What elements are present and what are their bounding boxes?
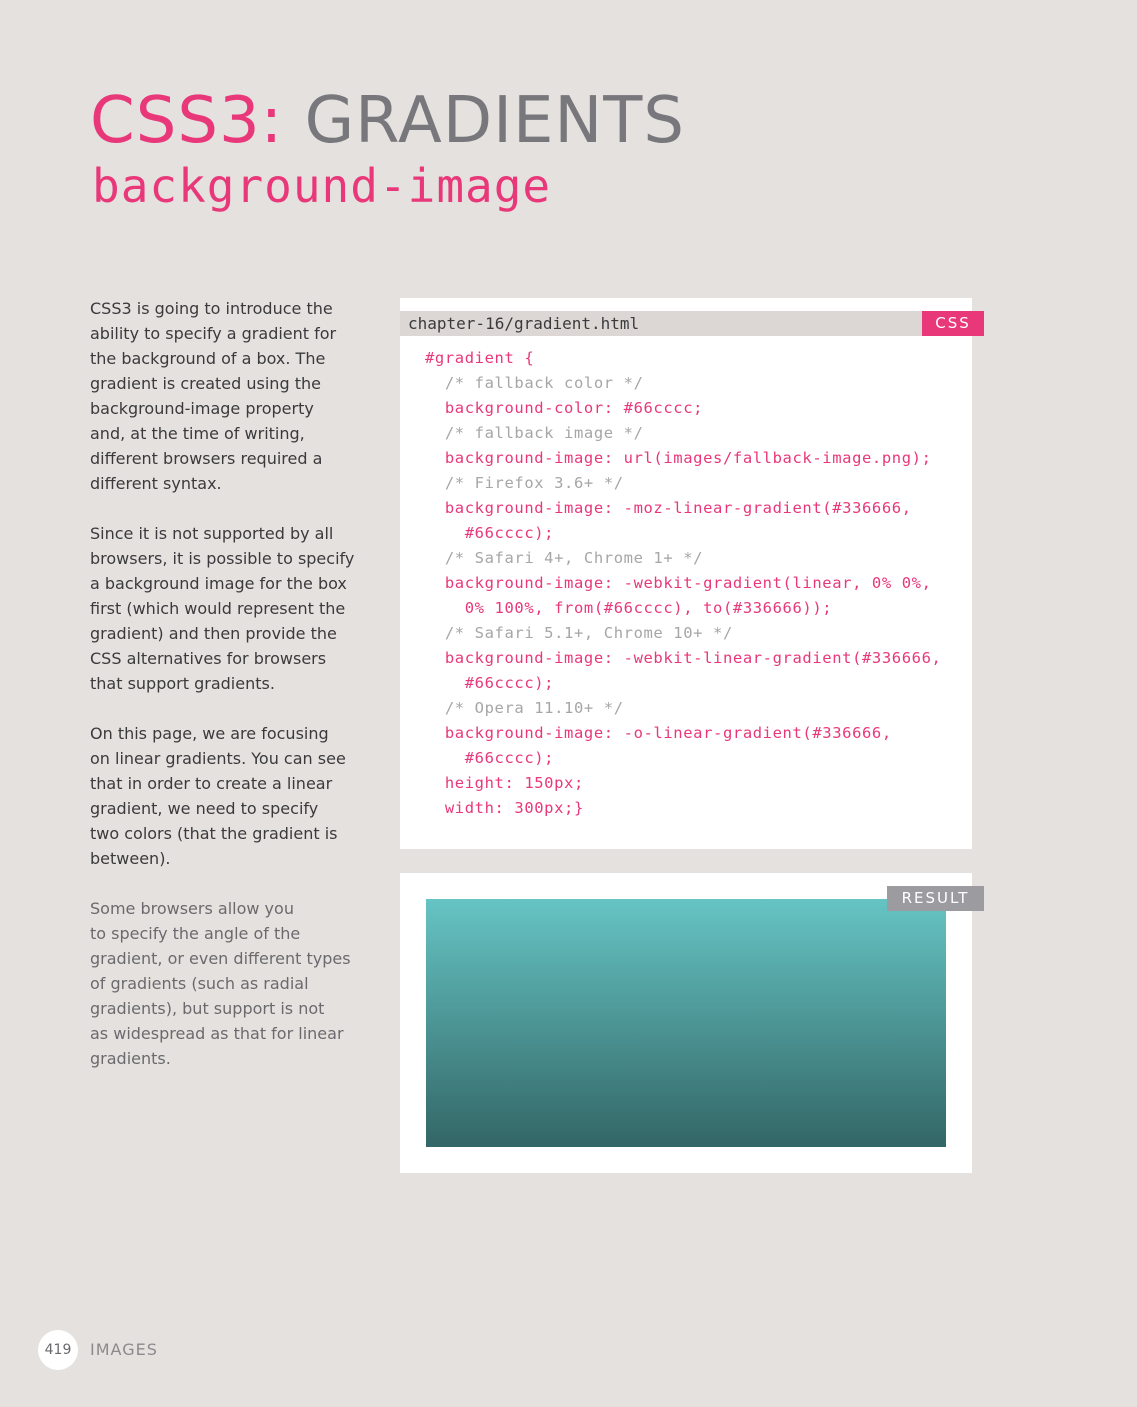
paragraph-linear: On this page, we are focusing on linear … [90,724,346,868]
code-header: chapter-16/gradient.html CSS [400,311,984,336]
paragraph-angle: Some browsers allow you to specify the a… [90,899,351,1068]
code-line: background-image: -moz-linear-gradient(#… [425,499,912,517]
section-name: IMAGES [90,1340,158,1359]
code-line: background-image: -o-linear-gradient(#33… [425,724,892,742]
code-line: background-color: #66cccc; [425,399,704,417]
code-line: #gradient { [425,349,535,367]
code-line: 0% 100%, from(#66cccc), to(#336666)); [425,599,833,617]
code-line: #66cccc); [425,524,555,542]
css-badge: CSS [922,311,984,336]
code-line: #66cccc); [425,749,555,767]
code-listing: #gradient { /* fallback color */ backgro… [425,346,941,821]
title-main: GRADIENTS [304,84,685,158]
paragraph-fallback: Since it is not supported by all browser… [90,524,355,693]
page-subtitle: background-image [92,159,552,213]
code-filename: chapter-16/gradient.html [408,314,640,333]
code-comment-line: /* Safari 5.1+, Chrome 10+ */ [425,624,733,642]
code-line: background-image: -webkit-gradient(linea… [425,574,932,592]
gradient-result-box [426,899,946,1147]
code-comment-line: /* Safari 4+, Chrome 1+ */ [425,549,704,567]
result-badge: RESULT [887,886,984,911]
code-comment-line: /* fallback image */ [425,424,644,442]
code-comment-line: /* Firefox 3.6+ */ [425,474,624,492]
title-prefix: CSS3: [90,84,284,158]
page-number: 419 [38,1330,78,1370]
code-line: width: 300px;} [425,799,584,817]
code-comment-line: /* Opera 11.10+ */ [425,699,624,717]
code-line: background-image: -webkit-linear-gradien… [425,649,942,667]
body-text: CSS3 is going to introduce the ability t… [90,296,370,1096]
code-line: #66cccc); [425,674,555,692]
code-comment-line: /* fallback color */ [425,374,644,392]
paragraph-intro: CSS3 is going to introduce the ability t… [90,299,337,493]
code-line: background-image: url(images/fallback-im… [425,449,932,467]
code-line: height: 150px; [425,774,584,792]
page-title: CSS3: GRADIENTS [90,84,685,158]
